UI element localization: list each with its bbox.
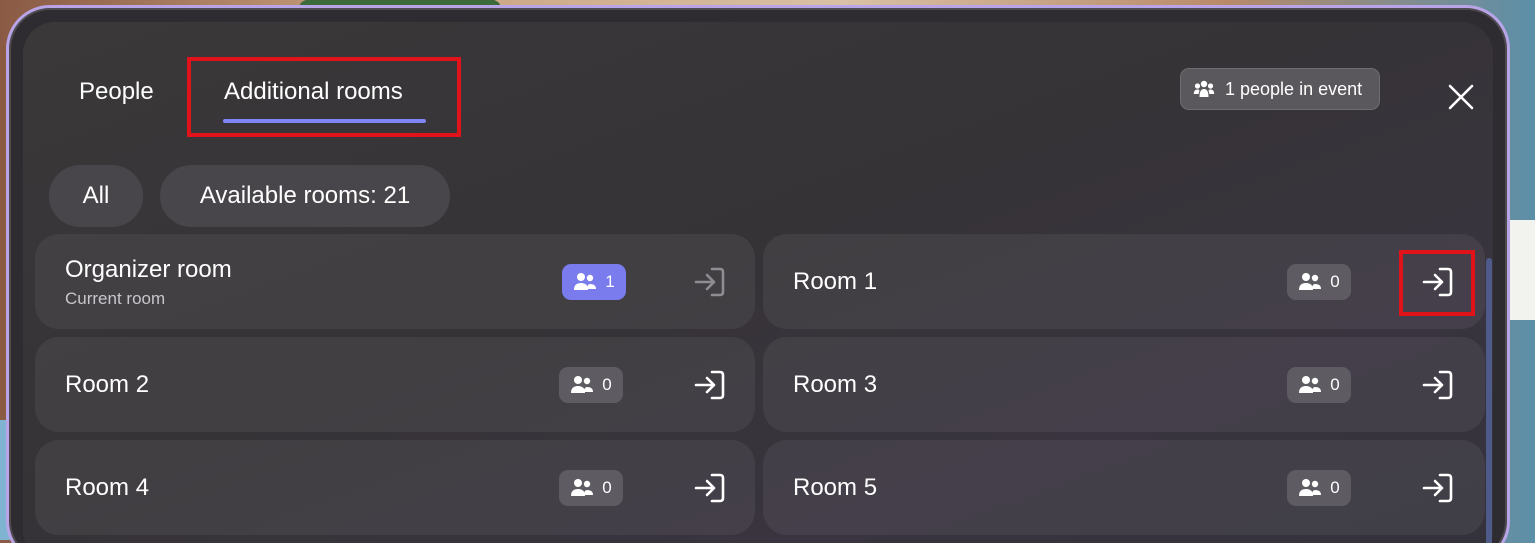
filter-available-rooms-chip[interactable]: Available rooms: 21 — [160, 165, 450, 227]
room-count-text: 0 — [1330, 478, 1340, 497]
enter-room-icon[interactable] — [1418, 365, 1458, 405]
room-card-organizer[interactable]: Organizer room Current room 1 — [35, 234, 755, 329]
highlight-box-tab — [187, 57, 461, 137]
people-icon — [1299, 479, 1322, 496]
rooms-panel: People Additional rooms 1 people in even… — [6, 5, 1510, 543]
room-card-room-5[interactable]: Room 5 0 — [763, 440, 1485, 535]
room-name: Room 2 — [65, 371, 150, 398]
event-people-badge: 1 people in event — [1180, 68, 1380, 110]
room-count-text: 0 — [602, 478, 612, 497]
room-name: Room 4 — [65, 474, 150, 501]
room-count-text: 0 — [1330, 375, 1340, 394]
people-icon — [1299, 376, 1322, 393]
people-icon — [571, 479, 594, 496]
rooms-panel-body: People Additional rooms 1 people in even… — [23, 22, 1493, 543]
people-icon — [1299, 273, 1322, 290]
close-icon[interactable] — [1441, 77, 1481, 117]
room-name: Organizer room — [65, 256, 232, 283]
room-count-text: 1 — [605, 272, 615, 291]
event-people-text: 1 people in event — [1225, 78, 1363, 99]
room-participant-count: 1 — [562, 264, 626, 300]
highlight-box-enter — [1399, 250, 1475, 316]
room-count-text: 0 — [1330, 272, 1340, 291]
room-card-room-2[interactable]: Room 2 0 — [35, 337, 755, 432]
room-name: Room 5 — [793, 474, 878, 501]
room-card-room-3[interactable]: Room 3 0 — [763, 337, 1485, 432]
room-name: Room 3 — [793, 371, 878, 398]
room-participant-count: 0 — [1287, 367, 1351, 403]
room-participant-count: 0 — [1287, 264, 1351, 300]
people-icon — [571, 376, 594, 393]
room-card-room-4[interactable]: Room 4 0 — [35, 440, 755, 535]
filter-all-chip[interactable]: All — [49, 165, 143, 227]
enter-room-icon[interactable] — [1418, 468, 1458, 508]
room-subtitle: Current room — [65, 289, 166, 308]
room-participant-count: 0 — [559, 367, 623, 403]
enter-room-icon[interactable] — [690, 468, 730, 508]
people-group-icon — [1193, 80, 1215, 97]
room-participant-count: 0 — [559, 470, 623, 506]
room-name: Room 1 — [793, 268, 878, 295]
tab-people[interactable]: People — [79, 67, 154, 117]
room-count-text: 0 — [602, 375, 612, 394]
room-card-room-1[interactable]: Room 1 0 — [763, 234, 1485, 329]
room-participant-count: 0 — [1287, 470, 1351, 506]
rooms-scrollbar[interactable] — [1486, 258, 1492, 543]
enter-room-icon[interactable] — [690, 262, 730, 302]
people-icon — [574, 273, 597, 290]
enter-room-icon[interactable] — [690, 365, 730, 405]
